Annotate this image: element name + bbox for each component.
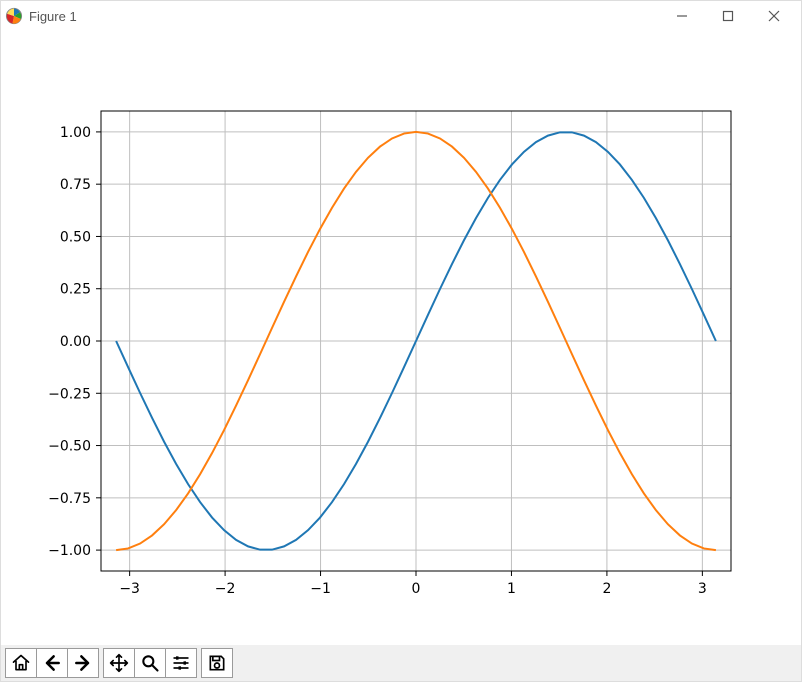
ytick-label: 0.00 bbox=[60, 334, 91, 350]
window-minimize-button[interactable] bbox=[659, 1, 705, 31]
xtick-label: 3 bbox=[698, 581, 707, 597]
ytick-label: 0.75 bbox=[60, 177, 91, 193]
move-icon bbox=[109, 653, 129, 673]
xtick-label: 1 bbox=[507, 581, 516, 597]
pan-button[interactable] bbox=[104, 649, 134, 677]
arrow-right-icon bbox=[73, 653, 93, 673]
zoom-button[interactable] bbox=[134, 649, 165, 677]
sliders-icon bbox=[171, 653, 191, 673]
home-icon bbox=[11, 653, 31, 673]
xtick-label: −3 bbox=[119, 581, 140, 597]
ytick-label: 0.25 bbox=[60, 282, 91, 298]
back-button[interactable] bbox=[36, 649, 67, 677]
titlebar: Figure 1 bbox=[1, 1, 801, 31]
save-button[interactable] bbox=[202, 649, 232, 677]
ytick-label: −1.00 bbox=[48, 543, 91, 559]
home-button[interactable] bbox=[6, 649, 36, 677]
ytick-label: −0.75 bbox=[48, 491, 91, 507]
matplotlib-app-icon bbox=[5, 7, 23, 25]
ytick-label: −0.25 bbox=[48, 386, 91, 402]
forward-button[interactable] bbox=[67, 649, 98, 677]
xtick-label: 0 bbox=[412, 581, 421, 597]
plot-canvas[interactable]: −3 −2 −1 0 1 2 3 −1.00 −0.75 −0.50 −0.25 0.00 0.25 0.… bbox=[1, 31, 801, 645]
nav-group-save bbox=[201, 648, 233, 678]
ytick-label: 0.50 bbox=[60, 229, 91, 245]
save-icon bbox=[207, 653, 227, 673]
nav-group-history bbox=[5, 648, 99, 678]
xtick-label: −2 bbox=[215, 581, 236, 597]
ytick-label: −0.50 bbox=[48, 439, 91, 455]
nav-group-view bbox=[103, 648, 197, 678]
xtick-label: 2 bbox=[602, 581, 611, 597]
xtick-label: −1 bbox=[310, 581, 331, 597]
window-maximize-button[interactable] bbox=[705, 1, 751, 31]
configure-subplots-button[interactable] bbox=[165, 649, 196, 677]
figure-window: Figure 1 −3 −2 −1 0 1 2 3 −1.00 −0.75 −0.50 −0.25 0… bbox=[0, 0, 802, 682]
window-title: Figure 1 bbox=[29, 9, 77, 24]
window-close-button[interactable] bbox=[751, 1, 797, 31]
nav-toolbar bbox=[1, 645, 801, 681]
magnify-icon bbox=[140, 653, 160, 673]
ytick-label: 1.00 bbox=[60, 125, 91, 141]
arrow-left-icon bbox=[42, 653, 62, 673]
